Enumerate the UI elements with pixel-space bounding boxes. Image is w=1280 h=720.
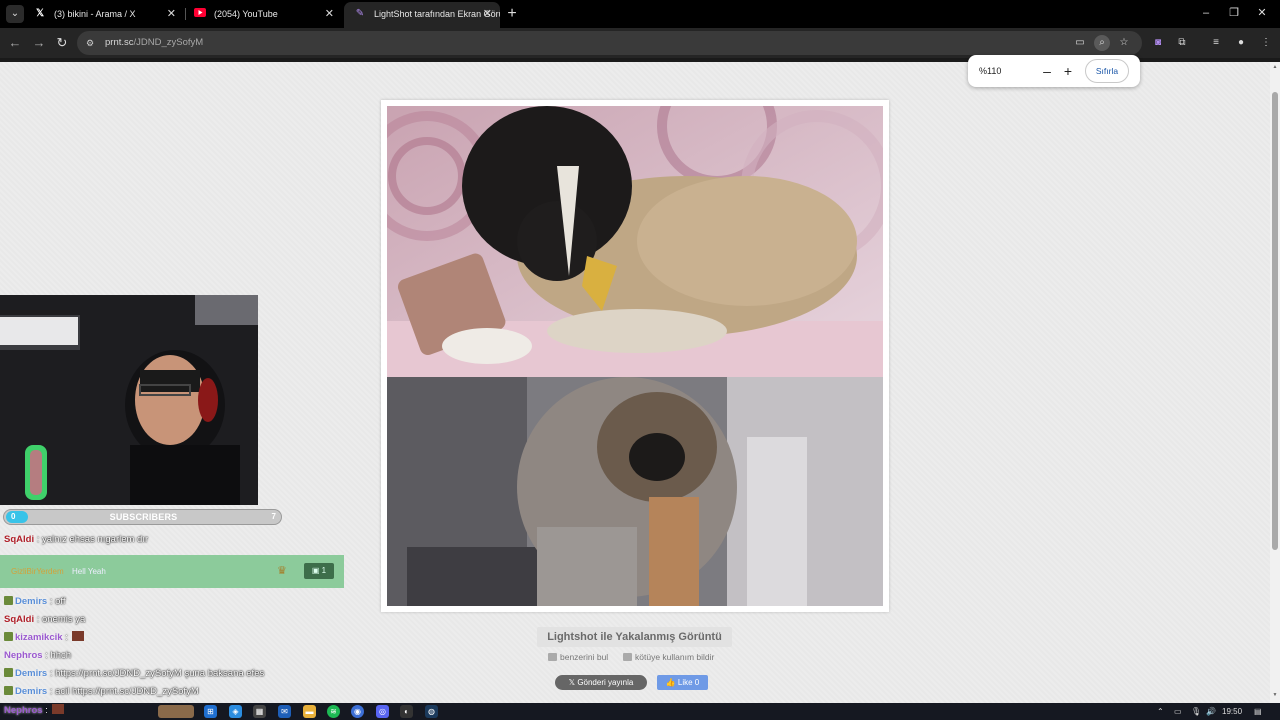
steam-icon[interactable]: ◍	[425, 705, 438, 718]
user-badge-icon	[4, 686, 13, 695]
windows-start-icon[interactable]: ⊞	[204, 705, 217, 718]
webcam-overlay	[0, 295, 258, 505]
highlighted-chat-message: GizliBirYerdem Hell Yeah ♛ ▣ 1	[0, 555, 344, 588]
network-icon[interactable]: ▭	[1174, 703, 1182, 720]
x-logo-icon: 𝕏	[35, 8, 45, 19]
stream-chat-overlay: SqAldi : yalnız ehsas nıgarlem dır Gizli…	[0, 533, 345, 703]
chrome-icon[interactable]: ◉	[351, 705, 364, 718]
gift-icon: ▣	[311, 566, 322, 575]
browser-tab-strip: ⌄ 𝕏 (3) bikini - Arama / X ✕ (2054) YouT…	[0, 0, 1280, 28]
tab-x-search[interactable]: 𝕏 (3) bikini - Arama / X ✕	[24, 2, 184, 26]
reload-icon[interactable]: ↻	[53, 34, 71, 52]
back-arrow-icon[interactable]: ←	[6, 34, 24, 52]
obs-icon[interactable]: ◐	[400, 705, 413, 718]
zoom-reset-button[interactable]: Sıfırla	[1085, 59, 1129, 83]
extensions-puzzle-icon[interactable]: ⧉	[1174, 35, 1190, 51]
minimize-button[interactable]: –	[1196, 3, 1216, 23]
highlight-message: Hell Yeah	[72, 567, 106, 576]
facebook-like-button[interactable]: 👍 Like 0	[657, 675, 708, 690]
zoom-in-button[interactable]: +	[1060, 63, 1076, 79]
restore-button[interactable]: ❐	[1224, 3, 1244, 23]
thumbs-up-icon: 👍	[665, 678, 678, 687]
copilot-icon[interactable]: ◈	[229, 705, 242, 718]
chat-message: Nephros :	[4, 704, 65, 718]
address-bar[interactable]: ⚙ prnt.sc/JDND_zySofyM ▭ ⌕ ☆	[77, 31, 1142, 55]
report-abuse-link[interactable]: kötüye kullanım bildir	[623, 651, 714, 663]
subscribers-label: SUBSCRIBERS	[109, 512, 178, 522]
trophy-icon: ♛	[277, 565, 287, 577]
media-control-icon[interactable]: ≡	[1208, 35, 1224, 51]
extension-icon[interactable]: ◙	[1150, 35, 1166, 51]
report-flag-icon	[623, 653, 632, 661]
close-tab-icon[interactable]: ✕	[325, 2, 334, 26]
chat-message: Nephros : hhch	[4, 650, 72, 661]
browser-toolbar: ← → ↻ ⚙ prnt.sc/JDND_zySofyM ▭ ⌕ ☆ ◙ ⧉ ≡…	[0, 28, 1280, 58]
spotify-icon[interactable]: ≋	[327, 705, 340, 718]
subscribers-goal-count: 7	[271, 512, 276, 521]
url-text: prnt.sc/JDND_zySofyM	[105, 37, 204, 48]
install-app-icon[interactable]: ▭	[1072, 35, 1088, 51]
chat-emote-icon	[52, 704, 65, 714]
tweet-button[interactable]: 𝕏 Gönderi yayınla	[555, 675, 647, 690]
tab-title: LightShot tarafından Ekran Görü	[374, 9, 500, 19]
image-search-icon	[548, 653, 557, 661]
profile-avatar-icon[interactable]: ●	[1233, 35, 1249, 51]
dog-photo-top	[387, 106, 883, 377]
scroll-thumb[interactable]	[1272, 92, 1278, 550]
file-explorer-icon[interactable]: ▬	[303, 705, 316, 718]
lightshot-feather-icon: ✎	[355, 8, 365, 19]
zoom-magnifier-icon[interactable]: ⌕	[1094, 35, 1110, 51]
discord-icon[interactable]: ◎	[376, 705, 389, 718]
chat-message: Demirs : off	[4, 595, 66, 609]
screenshot-image-frame	[381, 100, 889, 612]
close-tab-icon[interactable]: ✕	[167, 2, 176, 26]
zoom-level: %110	[979, 66, 1002, 76]
tab-title: (2054) YouTube	[214, 9, 278, 19]
find-similar-link[interactable]: benzerini bul	[548, 651, 608, 663]
site-info-icon[interactable]: ⚙	[86, 37, 96, 49]
highlight-username: GizliBirYerdem	[11, 567, 64, 576]
microphone-icon[interactable]: 🎙	[1191, 703, 1201, 720]
x-logo-icon: 𝕏	[568, 678, 578, 687]
user-badge-icon	[4, 668, 13, 677]
window-close-button[interactable]: ✕	[1252, 3, 1272, 23]
tab-title: (3) bikini - Arama / X	[54, 9, 136, 19]
tab-search-dropdown-icon[interactable]: ⌄	[6, 5, 24, 23]
menu-kebab-icon[interactable]: ⋮	[1258, 35, 1274, 51]
user-badge-icon	[4, 596, 13, 605]
taskbar-thumbnail-icon[interactable]	[158, 705, 194, 718]
dog-photo-bottom	[387, 377, 883, 606]
chat-message: SqAldi : onemis ya	[4, 614, 86, 625]
zoom-out-button[interactable]: –	[1039, 63, 1055, 79]
store-icon[interactable]: ▦	[253, 705, 266, 718]
subscribers-goal-bar: 0 SUBSCRIBERS 7	[3, 509, 282, 525]
youtube-icon	[194, 8, 206, 20]
chat-message: Demirs : acil https://prnt.sc/JDND_zySof…	[4, 685, 199, 699]
chat-message: Demirs : https://prnt.sc/JDND_zySofyM şu…	[4, 667, 264, 681]
highlight-badge: ▣ 1	[304, 563, 334, 579]
zoom-popup: %110 – + Sıfırla	[968, 55, 1140, 87]
tray-overflow-icon[interactable]: ⌃	[1157, 703, 1164, 720]
tab-youtube[interactable]: (2054) YouTube ✕	[184, 2, 342, 26]
chat-emote-icon	[72, 631, 85, 641]
notification-icon[interactable]: ▤	[1254, 703, 1262, 720]
scroll-down-icon[interactable]: ▼	[1272, 692, 1278, 698]
windows-taskbar: Nephros : ⊞ ◈ ▦ ✉ ▬ ≋ ◉ ◎ ◐ ◍ ⌃ ▭ 🎙 🔊 19…	[0, 703, 1280, 720]
forward-arrow-icon[interactable]: →	[30, 34, 48, 52]
close-tab-icon[interactable]: ✕	[483, 2, 492, 26]
clock-time[interactable]: 19:50	[1222, 703, 1242, 720]
tab-lightshot[interactable]: ✎ LightShot tarafından Ekran Görü ✕	[344, 2, 500, 28]
chat-message: SqAldi : yalnız ehsas nıgarlem dır	[4, 534, 149, 545]
volume-icon[interactable]: 🔊	[1206, 703, 1216, 720]
user-badge-icon	[4, 632, 13, 641]
new-tab-button[interactable]: +	[505, 4, 519, 24]
page-scrollbar[interactable]: ▲ ▼	[1270, 62, 1280, 703]
lightshot-caption: Lightshot ile Yakalanmış Görüntü	[537, 627, 732, 647]
outlook-icon[interactable]: ✉	[278, 705, 291, 718]
scroll-up-icon[interactable]: ▲	[1272, 64, 1278, 70]
chat-message: kizamikcik :	[4, 631, 85, 645]
bookmark-star-icon[interactable]: ☆	[1116, 35, 1132, 51]
